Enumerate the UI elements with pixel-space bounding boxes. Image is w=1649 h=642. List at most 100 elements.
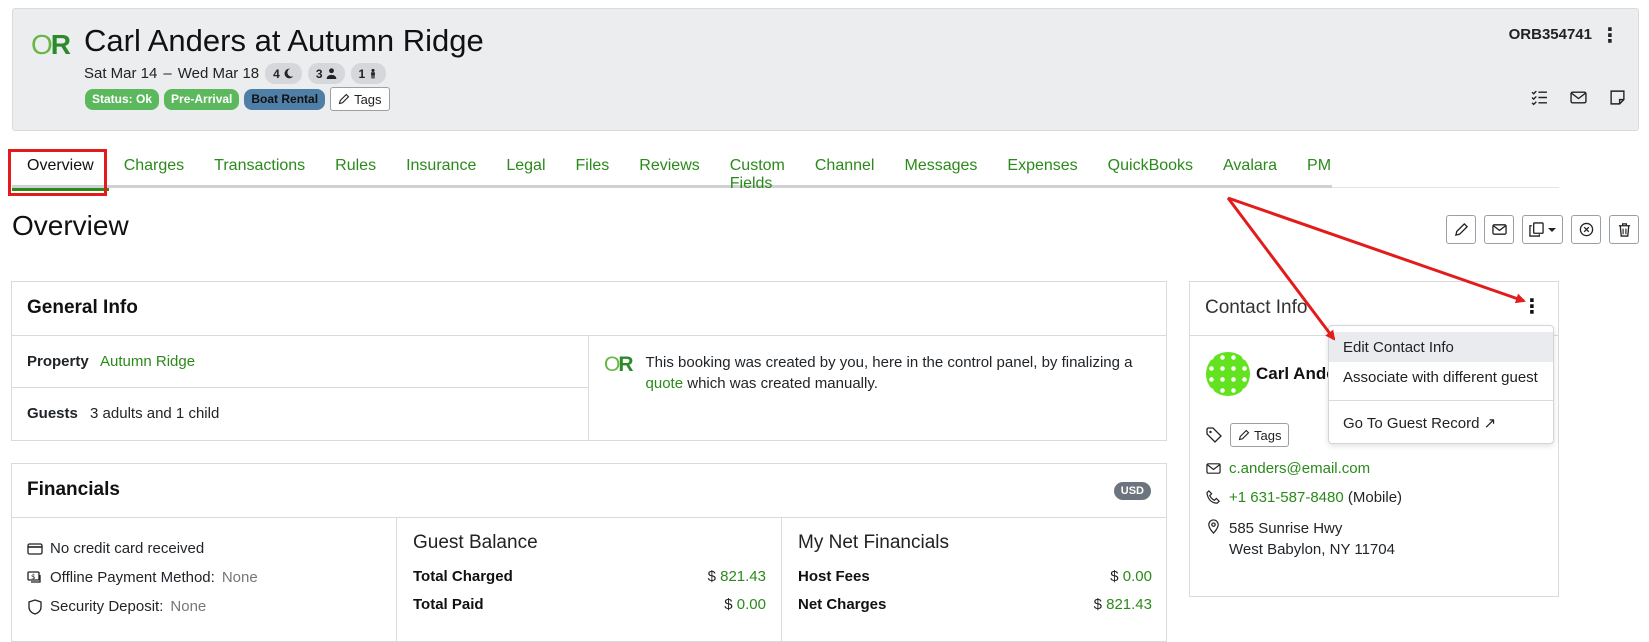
contact-phone-row: +1 631-587-8480 (Mobile) — [1206, 489, 1402, 506]
checklist-icon[interactable] — [1531, 89, 1548, 106]
general-info-title: General Info — [12, 282, 1166, 336]
net-charges-value: 821.43 — [1106, 595, 1152, 613]
property-row: Property Autumn Ridge — [12, 336, 588, 388]
overview-toolbar — [1446, 215, 1639, 244]
edit-contact-info-item[interactable]: Edit Contact Info — [1329, 332, 1553, 362]
person-icon — [326, 68, 336, 79]
guest-balance-title: Guest Balance — [413, 532, 538, 553]
security-deposit: Security Deposit: None — [27, 592, 381, 621]
boat-rental-badge: Boat Rental — [244, 88, 326, 110]
status-badge: Status: Ok — [85, 88, 160, 110]
address-line-2: West Babylon, NY 11704 — [1229, 541, 1395, 558]
offline-payment-value: None — [221, 569, 258, 586]
guests-row: Guests 3 adults and 1 child — [27, 405, 220, 422]
status-badges: Status: Ok Pre-Arrival Boat Rental Tags — [85, 87, 390, 111]
net-financials-title: My Net Financials — [798, 532, 949, 553]
security-deposit-value: None — [170, 598, 207, 615]
total-charged-value: 821.43 — [720, 567, 766, 585]
email-button[interactable] — [1484, 215, 1514, 244]
tab-files[interactable]: Files — [561, 148, 625, 188]
envelope-icon[interactable] — [1570, 89, 1587, 106]
tab-legal[interactable]: Legal — [491, 148, 560, 188]
tab-reviews[interactable]: Reviews — [624, 148, 714, 188]
booking-dates: Sat Mar 14 – Wed Mar 18 4 3 1 — [84, 63, 387, 84]
contact-email-row: c.anders@email.com — [1206, 460, 1370, 477]
financials-title: Financials — [12, 464, 1166, 518]
trash-icon — [1618, 223, 1630, 237]
host-fees-value: 0.00 — [1122, 567, 1152, 585]
tabs-divider — [1332, 187, 1559, 188]
copy-icon — [1529, 222, 1544, 237]
contact-email-link[interactable]: c.anders@email.com — [1229, 460, 1370, 477]
header-tags-button[interactable]: Tags — [330, 87, 390, 111]
host-fees-row: Host Fees $ 0.00 — [798, 567, 1152, 585]
copy-dropdown-button[interactable] — [1522, 215, 1563, 244]
menu-divider — [1329, 400, 1553, 401]
contact-kebab-icon[interactable]: ⋮ — [1522, 294, 1542, 319]
x-circle-icon — [1579, 222, 1593, 237]
net-financials: My Net Financials Host Fees $ 0.00 Net C… — [783, 518, 1167, 642]
credit-card-icon — [27, 542, 43, 555]
credit-card-status: No credit card received — [27, 534, 381, 563]
booking-title: Carl Anders at Autumn Ridge — [84, 23, 484, 58]
pre-arrival-badge: Pre-Arrival — [164, 88, 240, 110]
tab-custom-fields[interactable]: Custom Fields — [715, 148, 800, 192]
total-charged-row: Total Charged $ 821.43 — [413, 567, 766, 585]
envelope-icon — [1206, 463, 1221, 474]
tab-pm[interactable]: PM — [1292, 148, 1346, 188]
tab-insurance[interactable]: Insurance — [391, 148, 491, 188]
tab-rules[interactable]: Rules — [320, 148, 391, 188]
phone-type: (Mobile) — [1347, 489, 1403, 506]
date-separator: – — [163, 65, 172, 82]
tab-channel[interactable]: Channel — [800, 148, 890, 188]
booking-header: OR Carl Anders at Autumn Ridge Sat Mar 1… — [12, 8, 1639, 131]
tag-icon — [1206, 427, 1222, 443]
tab-transactions[interactable]: Transactions — [199, 148, 320, 188]
nights-pill: 4 — [265, 63, 302, 84]
booking-origin-note: OR This booking was created by you, here… — [604, 353, 1133, 392]
avatar — [1206, 352, 1250, 396]
go-to-guest-record-item[interactable]: Go To Guest Record ↗ — [1329, 407, 1553, 437]
header-kebab-icon[interactable]: ⋮ — [1600, 23, 1620, 48]
child-icon — [371, 68, 376, 79]
guest-balance: Guest Balance Total Charged $ 821.43 Tot… — [398, 518, 782, 642]
pencil-icon — [1238, 429, 1250, 441]
svg-text:$: $ — [31, 573, 35, 581]
caret-down-icon — [1548, 227, 1556, 232]
moon-icon — [284, 68, 294, 79]
general-info-card: General Info Property Autumn Ridge Guest… — [11, 281, 1167, 441]
contact-phone-link[interactable]: +1 631-587-8480 — [1229, 489, 1344, 506]
delete-button[interactable] — [1609, 215, 1639, 244]
currency-badge: USD — [1113, 482, 1151, 500]
contact-tags-button[interactable]: Tags — [1230, 423, 1290, 447]
pencil-icon — [338, 93, 350, 105]
sticky-note-icon[interactable] — [1609, 89, 1626, 106]
page-title: Overview — [12, 210, 129, 241]
pencil-icon — [1454, 222, 1468, 237]
tab-messages[interactable]: Messages — [889, 148, 992, 188]
general-info-fields: Property Autumn Ridge Guests 3 adults an… — [12, 336, 589, 441]
cash-icon: $ — [27, 570, 41, 583]
net-charges-row: Net Charges $ 821.43 — [798, 595, 1152, 613]
booking-tabs: Overview Charges Transactions Rules Insu… — [12, 148, 1332, 192]
contact-actions-menu: Edit Contact Info Associate with differe… — [1328, 325, 1554, 444]
adults-pill: 3 — [307, 63, 345, 84]
property-link[interactable]: Autumn Ridge — [100, 353, 195, 370]
edit-button[interactable] — [1446, 215, 1476, 244]
total-paid-value: 0.00 — [736, 595, 766, 613]
financials-card: Financials USD No credit card received $… — [11, 463, 1167, 642]
header-actions — [1531, 89, 1626, 106]
contact-tags: Tags — [1206, 423, 1290, 447]
map-pin-icon — [1208, 519, 1219, 534]
tab-expenses[interactable]: Expenses — [992, 148, 1092, 188]
cancel-booking-button[interactable] — [1571, 215, 1601, 244]
tab-avalara[interactable]: Avalara — [1208, 148, 1292, 188]
date-start: Sat Mar 14 — [84, 65, 158, 82]
quote-link[interactable]: quote — [646, 375, 684, 392]
tab-charges[interactable]: Charges — [109, 148, 199, 188]
tab-quickbooks[interactable]: QuickBooks — [1093, 148, 1208, 188]
associate-guest-item[interactable]: Associate with different guest — [1329, 362, 1553, 392]
offline-payment-method: $ Offline Payment Method: None — [27, 563, 381, 592]
total-paid-row: Total Paid $ 0.00 — [413, 595, 766, 613]
envelope-icon — [1491, 224, 1507, 235]
